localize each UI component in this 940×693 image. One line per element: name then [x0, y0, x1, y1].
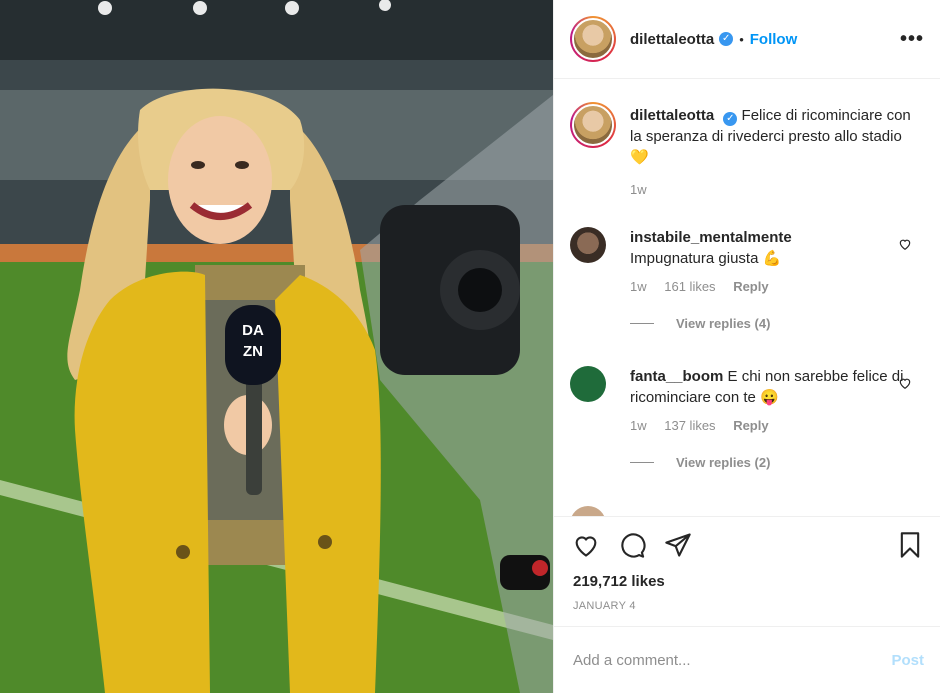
caption-body: dilettaleotta ✓ Felice di ricominciare c… — [630, 102, 924, 168]
mic-logo-bottom: ZN — [243, 343, 263, 360]
post-comment-button[interactable]: Post — [891, 652, 924, 669]
caption-username[interactable]: dilettaleotta — [630, 107, 714, 124]
comment-likes[interactable]: 137 likes — [664, 418, 715, 433]
mic-logo-top: DA — [242, 322, 264, 339]
view-replies-label: View replies (4) — [676, 316, 771, 331]
post-date[interactable]: JANUARY 4 — [573, 600, 636, 612]
comment-item: fanta__boom E chi non sarebbe felice di … — [570, 366, 924, 470]
author-username[interactable]: dilettaleotta — [630, 31, 714, 48]
comment-item: instabile_mentalmente Impugnatura giusta… — [570, 227, 924, 331]
more-options-icon[interactable]: ••• — [900, 28, 924, 51]
comment-text: Impugnatura giusta 💪 — [630, 250, 782, 267]
comment-bubble-icon[interactable] — [618, 531, 646, 559]
caption-avatar-image — [572, 104, 614, 146]
verified-badge-icon: ✓ — [719, 32, 734, 46]
replies-line — [630, 323, 654, 324]
reply-button[interactable]: Reply — [733, 418, 768, 433]
author-avatar[interactable] — [570, 16, 616, 62]
save-bookmark-icon[interactable] — [896, 531, 924, 559]
action-bar — [572, 531, 924, 561]
comment-time[interactable]: 1w — [630, 279, 647, 294]
view-replies-button[interactable]: View replies (4) — [630, 316, 924, 331]
caption-time[interactable]: 1w — [630, 182, 647, 197]
comment-username[interactable]: instabile_mentalmente — [630, 229, 792, 246]
reply-button[interactable]: Reply — [733, 279, 768, 294]
verified-badge-icon: ✓ — [723, 112, 738, 126]
instagram-post-window: DA ZN dilettaleotta ✓ • Follow ••• dilet… — [0, 0, 940, 693]
comment-time[interactable]: 1w — [630, 418, 647, 433]
comment-meta: 1w 161 likes Reply — [630, 279, 924, 294]
post-header: dilettaleotta ✓ • Follow ••• — [554, 0, 940, 79]
caption-avatar[interactable] — [570, 102, 616, 148]
view-replies-button[interactable]: View replies (2) — [630, 455, 924, 470]
post-side-panel: dilettaleotta ✓ • Follow ••• dilettaleot… — [553, 0, 940, 693]
separator-dot: • — [739, 31, 744, 47]
view-replies-label: View replies (2) — [676, 455, 771, 470]
comment-body: instabile_mentalmente Impugnatura giusta… — [630, 227, 924, 269]
commenter-avatar[interactable] — [570, 366, 606, 402]
comments-list[interactable]: dilettaleotta ✓ Felice di ricominciare c… — [554, 80, 940, 516]
caption: dilettaleotta ✓ Felice di ricominciare c… — [570, 102, 924, 197]
post-actions: 219,712 likes JANUARY 4 — [554, 516, 940, 626]
photo-illustration: DA ZN — [0, 0, 553, 693]
comment-username[interactable]: fanta__boom — [630, 368, 723, 385]
comment-body: fanta__boom E chi non sarebbe felice di … — [630, 366, 924, 408]
post-photo[interactable]: DA ZN — [0, 0, 553, 693]
comment-likes[interactable]: 161 likes — [664, 279, 715, 294]
commenter-avatar[interactable] — [570, 506, 606, 516]
caption-meta: 1w — [630, 182, 924, 197]
avatar-image — [572, 18, 614, 60]
follow-button[interactable]: Follow — [750, 31, 798, 48]
like-heart-icon[interactable] — [572, 531, 600, 559]
like-comment-heart-icon[interactable] — [898, 237, 912, 251]
add-comment-input[interactable] — [573, 651, 892, 669]
add-comment-bar: Post — [554, 626, 940, 693]
replies-line — [630, 462, 654, 463]
commenter-avatar[interactable] — [570, 227, 606, 263]
likes-count[interactable]: 219,712 likes — [573, 573, 665, 590]
like-comment-heart-icon[interactable] — [898, 376, 912, 390]
share-paper-plane-icon[interactable] — [664, 531, 692, 559]
comment-meta: 1w 137 likes Reply — [630, 418, 924, 433]
